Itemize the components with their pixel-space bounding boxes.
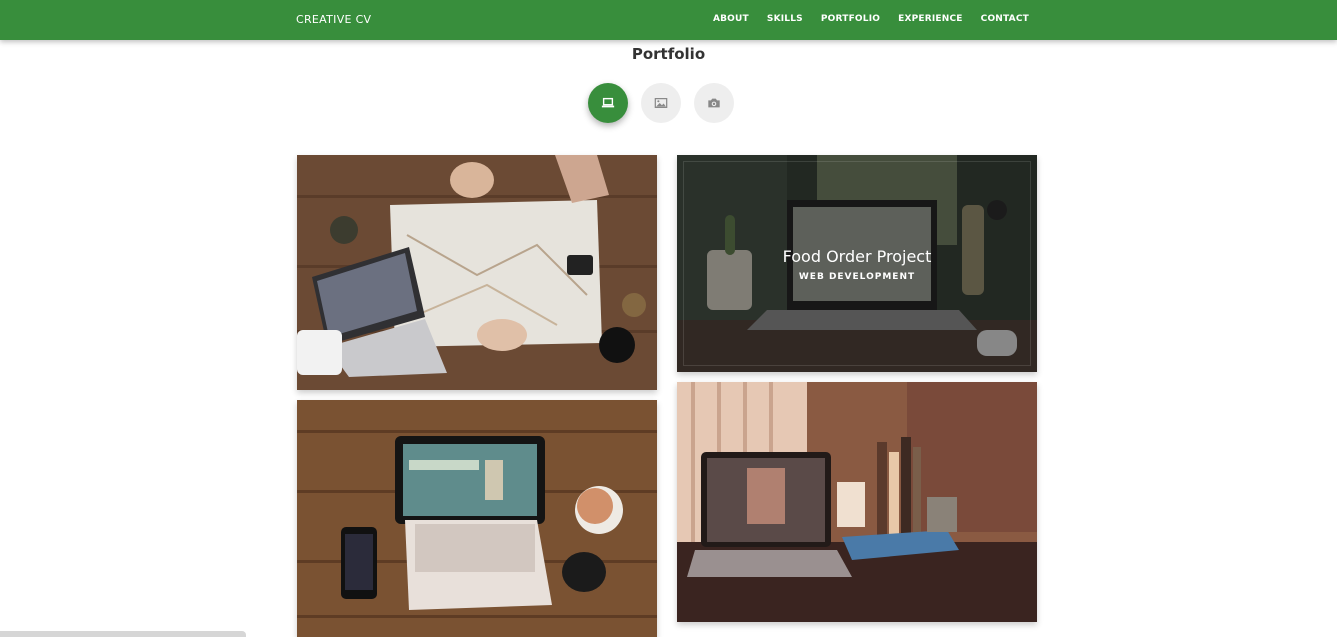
portfolio-photo xyxy=(297,400,657,637)
nav-links: ABOUT SKILLS PORTFOLIO EXPERIENCE CONTAC… xyxy=(713,14,1029,24)
portfolio-photo xyxy=(677,382,1037,622)
portfolio-card-food-order[interactable]: Food Order Project WEB DEVELOPMENT xyxy=(677,155,1037,372)
nav-link-contact[interactable]: CONTACT xyxy=(981,14,1029,24)
scrollbar-thumb[interactable] xyxy=(0,631,246,637)
portfolio-card-map[interactable] xyxy=(297,155,657,390)
tab-photography[interactable] xyxy=(694,83,734,123)
tab-graphic-design[interactable] xyxy=(641,83,681,123)
nav-link-about[interactable]: ABOUT xyxy=(713,14,749,24)
portfolio-card-laptop-desk[interactable] xyxy=(297,400,657,637)
camera-icon xyxy=(708,98,720,108)
laptop-icon xyxy=(601,97,615,108)
nav-link-experience[interactable]: EXPERIENCE xyxy=(898,14,963,24)
nav-link-skills[interactable]: SKILLS xyxy=(767,14,803,24)
overlay-frame xyxy=(683,161,1031,366)
portfolio-hover-overlay: Food Order Project WEB DEVELOPMENT xyxy=(677,155,1037,372)
tab-web-development[interactable] xyxy=(588,83,628,123)
navbar: CREATIVE CV ABOUT SKILLS PORTFOLIO EXPER… xyxy=(0,0,1337,40)
portfolio-card-home-office[interactable] xyxy=(677,382,1037,622)
image-icon xyxy=(654,98,668,108)
section-title: Portfolio xyxy=(631,45,706,63)
nav-link-portfolio[interactable]: PORTFOLIO xyxy=(821,14,880,24)
portfolio-photo xyxy=(297,155,657,390)
portfolio-filter-tabs xyxy=(588,83,734,123)
brand-link[interactable]: CREATIVE CV xyxy=(296,13,371,26)
